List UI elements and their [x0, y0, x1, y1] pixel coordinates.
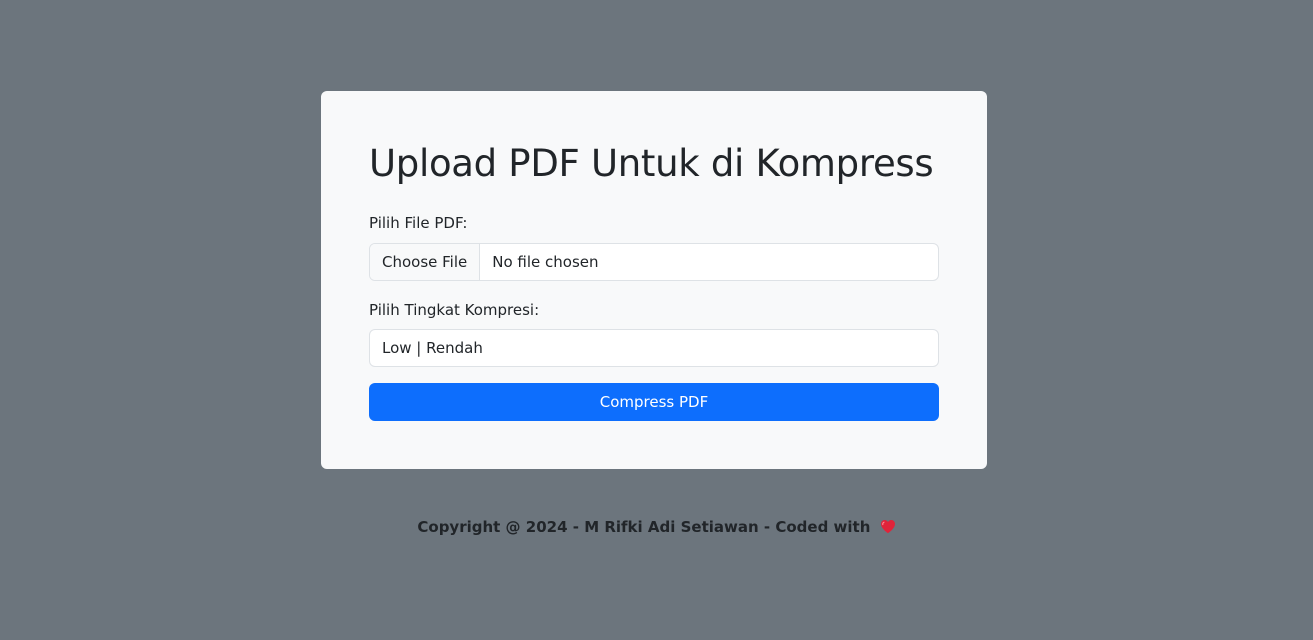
file-label: Pilih File PDF: — [369, 214, 468, 232]
footer-text: Copyright @ 2024 - M Rifki Adi Setiawan … — [417, 518, 871, 536]
compression-level-label: Pilih Tingkat Kompresi: — [369, 301, 540, 319]
compression-level-select[interactable]: Low | Rendah — [369, 329, 939, 367]
upload-card: Upload PDF Untuk di Kompress Pilih File … — [321, 91, 987, 469]
heart-icon — [880, 518, 896, 540]
file-status: No file chosen — [492, 253, 599, 271]
compression-level-value: Low | Rendah — [382, 339, 483, 357]
file-input[interactable]: Choose File No file chosen — [369, 243, 939, 281]
page-title: Upload PDF Untuk di Kompress — [369, 142, 934, 185]
choose-file-button[interactable]: Choose File — [370, 244, 481, 280]
footer: Copyright @ 2024 - M Rifki Adi Setiawan … — [0, 516, 1313, 540]
compress-pdf-button[interactable]: Compress PDF — [369, 383, 939, 421]
